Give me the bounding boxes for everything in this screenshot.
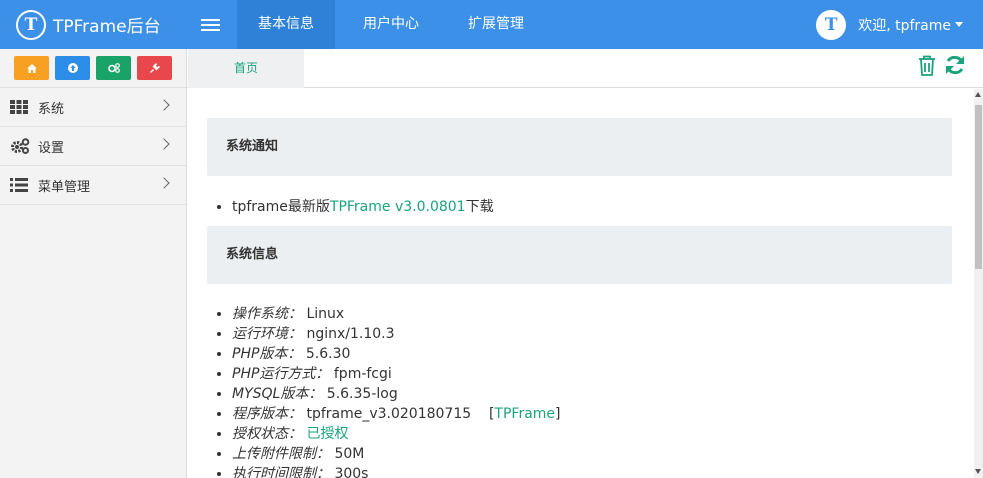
gears-icon	[107, 63, 120, 73]
brand-logo[interactable]: T TPFrame后台	[0, 0, 186, 49]
notice-list: tpframe最新版TPFrame v3.0.0801下载	[232, 197, 494, 217]
list-item: PHP版本： 5.6.30	[232, 344, 561, 364]
sidebar-item-settings[interactable]: 设置	[0, 127, 186, 166]
sidebar-item-system[interactable]: 系统	[0, 88, 186, 127]
vertical-scrollbar[interactable]	[974, 89, 983, 478]
trash-icon[interactable]	[916, 53, 938, 77]
plug-icon	[149, 63, 160, 73]
chevron-right-icon	[158, 177, 170, 189]
list-item: 授权状态： 已授权	[232, 424, 561, 444]
main-content: 系统通知 tpframe最新版TPFrame v3.0.0801下载 系统信息 …	[187, 89, 974, 478]
chevron-right-icon	[158, 138, 170, 150]
scroll-up-icon[interactable]	[975, 92, 981, 97]
tab-home[interactable]: 首页	[188, 49, 304, 88]
system-info-list: 操作系统： Linux 运行环境： nginx/1.10.3 PHP版本： 5.…	[232, 304, 561, 478]
list-item: 程序版本： tpframe_v3.020180715 [TPFrame]	[232, 404, 561, 424]
cogs-icon	[10, 138, 30, 154]
refresh-icon[interactable]	[944, 53, 966, 77]
list-item: PHP运行方式： fpm-fcgi	[232, 364, 561, 384]
scroll-down-icon[interactable]	[975, 469, 981, 474]
list-item: 执行时间限制： 300s	[232, 464, 561, 478]
scrollbar-thumb[interactable]	[975, 105, 982, 269]
quick-actions	[0, 49, 186, 88]
sidebar-item-label: 系统	[38, 101, 65, 117]
sidebar-item-menu-management[interactable]: 菜单管理	[0, 166, 186, 205]
settings-button[interactable]	[96, 56, 131, 80]
tab-bar: 首页	[187, 49, 983, 88]
upload-button[interactable]	[55, 56, 90, 80]
license-status: 已授权	[306, 426, 349, 442]
home-icon	[26, 63, 37, 73]
top-navbar: T TPFrame后台 基本信息 用户中心 扩展管理 T 欢迎, tpframe	[0, 0, 983, 49]
list-item: 上传附件限制： 50M	[232, 444, 561, 464]
nav-basic-info[interactable]: 基本信息	[237, 0, 335, 49]
sidebar-item-label: 菜单管理	[38, 179, 91, 195]
logo-icon: T	[16, 9, 46, 40]
avatar: T	[816, 9, 847, 40]
nav-user-center[interactable]: 用户中心	[342, 0, 440, 49]
list-item: tpframe最新版TPFrame v3.0.0801下载	[232, 197, 494, 217]
nav-extension-management[interactable]: 扩展管理	[447, 0, 545, 49]
user-greeting: 欢迎, tpframe	[858, 17, 951, 34]
user-menu[interactable]: T 欢迎, tpframe	[816, 0, 963, 49]
list-item: MYSQL版本： 5.6.35-log	[232, 384, 561, 404]
main-nav: 基本信息 用户中心 扩展管理	[237, 0, 552, 49]
upload-icon	[67, 63, 78, 73]
tpframe-link[interactable]: TPFrame	[494, 406, 555, 422]
list-item: 操作系统： Linux	[232, 304, 561, 324]
sidebar-item-label: 设置	[38, 140, 65, 156]
chevron-right-icon	[158, 99, 170, 111]
app-title: TPFrame后台	[53, 17, 161, 37]
home-button[interactable]	[14, 56, 49, 80]
sidebar: 系统 设置 菜单管理	[0, 49, 187, 478]
menu-toggle-icon[interactable]	[186, 0, 234, 49]
system-notice-title: 系统通知	[207, 118, 952, 176]
download-link[interactable]: TPFrame v3.0.0801	[330, 199, 466, 215]
system-info-title: 系统信息	[207, 226, 952, 284]
grid-icon	[10, 100, 30, 114]
caret-down-icon	[955, 22, 963, 27]
plugin-button[interactable]	[137, 56, 172, 80]
list-item: 运行环境： nginx/1.10.3	[232, 324, 561, 344]
list-icon	[10, 178, 30, 192]
